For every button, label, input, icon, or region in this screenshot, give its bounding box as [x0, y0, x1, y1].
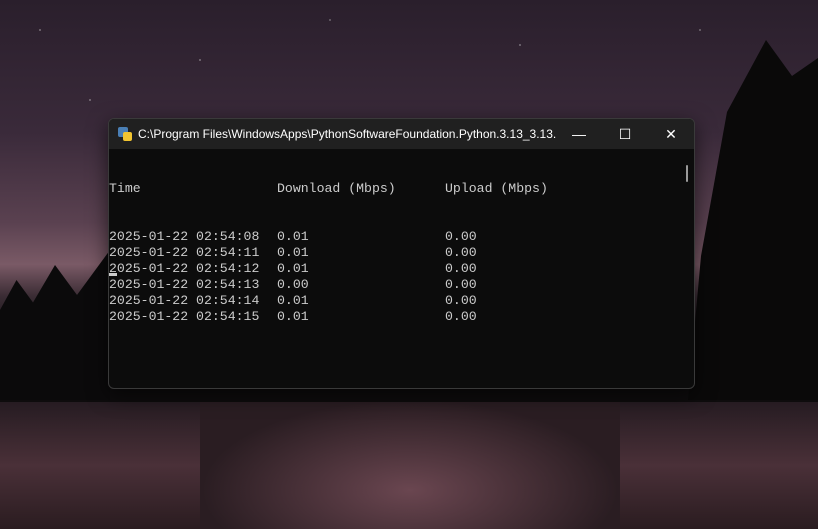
- cell-download: 0.01: [277, 293, 309, 308]
- cell-download: 0.01: [277, 245, 309, 260]
- title-bar[interactable]: C:\Program Files\WindowsApps\PythonSoftw…: [109, 119, 694, 149]
- cell-download: 0.00: [277, 277, 309, 292]
- minimize-button[interactable]: —: [556, 119, 602, 149]
- header-upload: Upload (Mbps): [445, 181, 548, 196]
- cell-upload: 0.00: [445, 229, 477, 244]
- data-row: 2025-01-22 02:54:08 0.01 0.00: [109, 229, 694, 245]
- console-window[interactable]: C:\Program Files\WindowsApps\PythonSoftw…: [108, 118, 695, 389]
- cell-time: 2025-01-22 02:54:14: [109, 293, 260, 308]
- python-icon: [118, 127, 132, 141]
- data-row: 2025-01-22 02:54:13 0.00 0.00: [109, 277, 694, 293]
- data-row: 2025-01-22 02:54:14 0.01 0.00: [109, 293, 694, 309]
- header-row: Time Download (Mbps) Upload (Mbps): [109, 181, 694, 197]
- data-row: 2025-01-22 02:54:12 0.01 0.00: [109, 261, 694, 277]
- cell-download: 0.01: [277, 309, 309, 324]
- cell-upload: 0.00: [445, 277, 477, 292]
- data-row: 2025-01-22 02:54:15 0.01 0.00: [109, 309, 694, 325]
- header-download: Download (Mbps): [277, 181, 396, 196]
- cell-time: 2025-01-22 02:54:08: [109, 229, 260, 244]
- text-cursor: [109, 273, 117, 276]
- header-time: Time: [109, 181, 141, 196]
- cell-upload: 0.00: [445, 245, 477, 260]
- window-title: C:\Program Files\WindowsApps\PythonSoftw…: [138, 127, 556, 141]
- cell-upload: 0.00: [445, 293, 477, 308]
- cell-time: 2025-01-22 02:54:13: [109, 277, 260, 292]
- data-row: 2025-01-22 02:54:11 0.01 0.00: [109, 245, 694, 261]
- cell-time: 2025-01-22 02:54:12: [109, 261, 260, 276]
- wallpaper-lake-reflection: [200, 400, 620, 529]
- console-output[interactable]: Time Download (Mbps) Upload (Mbps) 2025-…: [109, 149, 694, 388]
- cell-download: 0.01: [277, 229, 309, 244]
- cell-download: 0.01: [277, 261, 309, 276]
- scrollbar[interactable]: [686, 165, 688, 182]
- close-button[interactable]: ✕: [648, 119, 694, 149]
- cell-time: 2025-01-22 02:54:11: [109, 245, 260, 260]
- cell-upload: 0.00: [445, 309, 477, 324]
- maximize-button[interactable]: ☐: [602, 119, 648, 149]
- cell-time: 2025-01-22 02:54:15: [109, 309, 260, 324]
- cell-upload: 0.00: [445, 261, 477, 276]
